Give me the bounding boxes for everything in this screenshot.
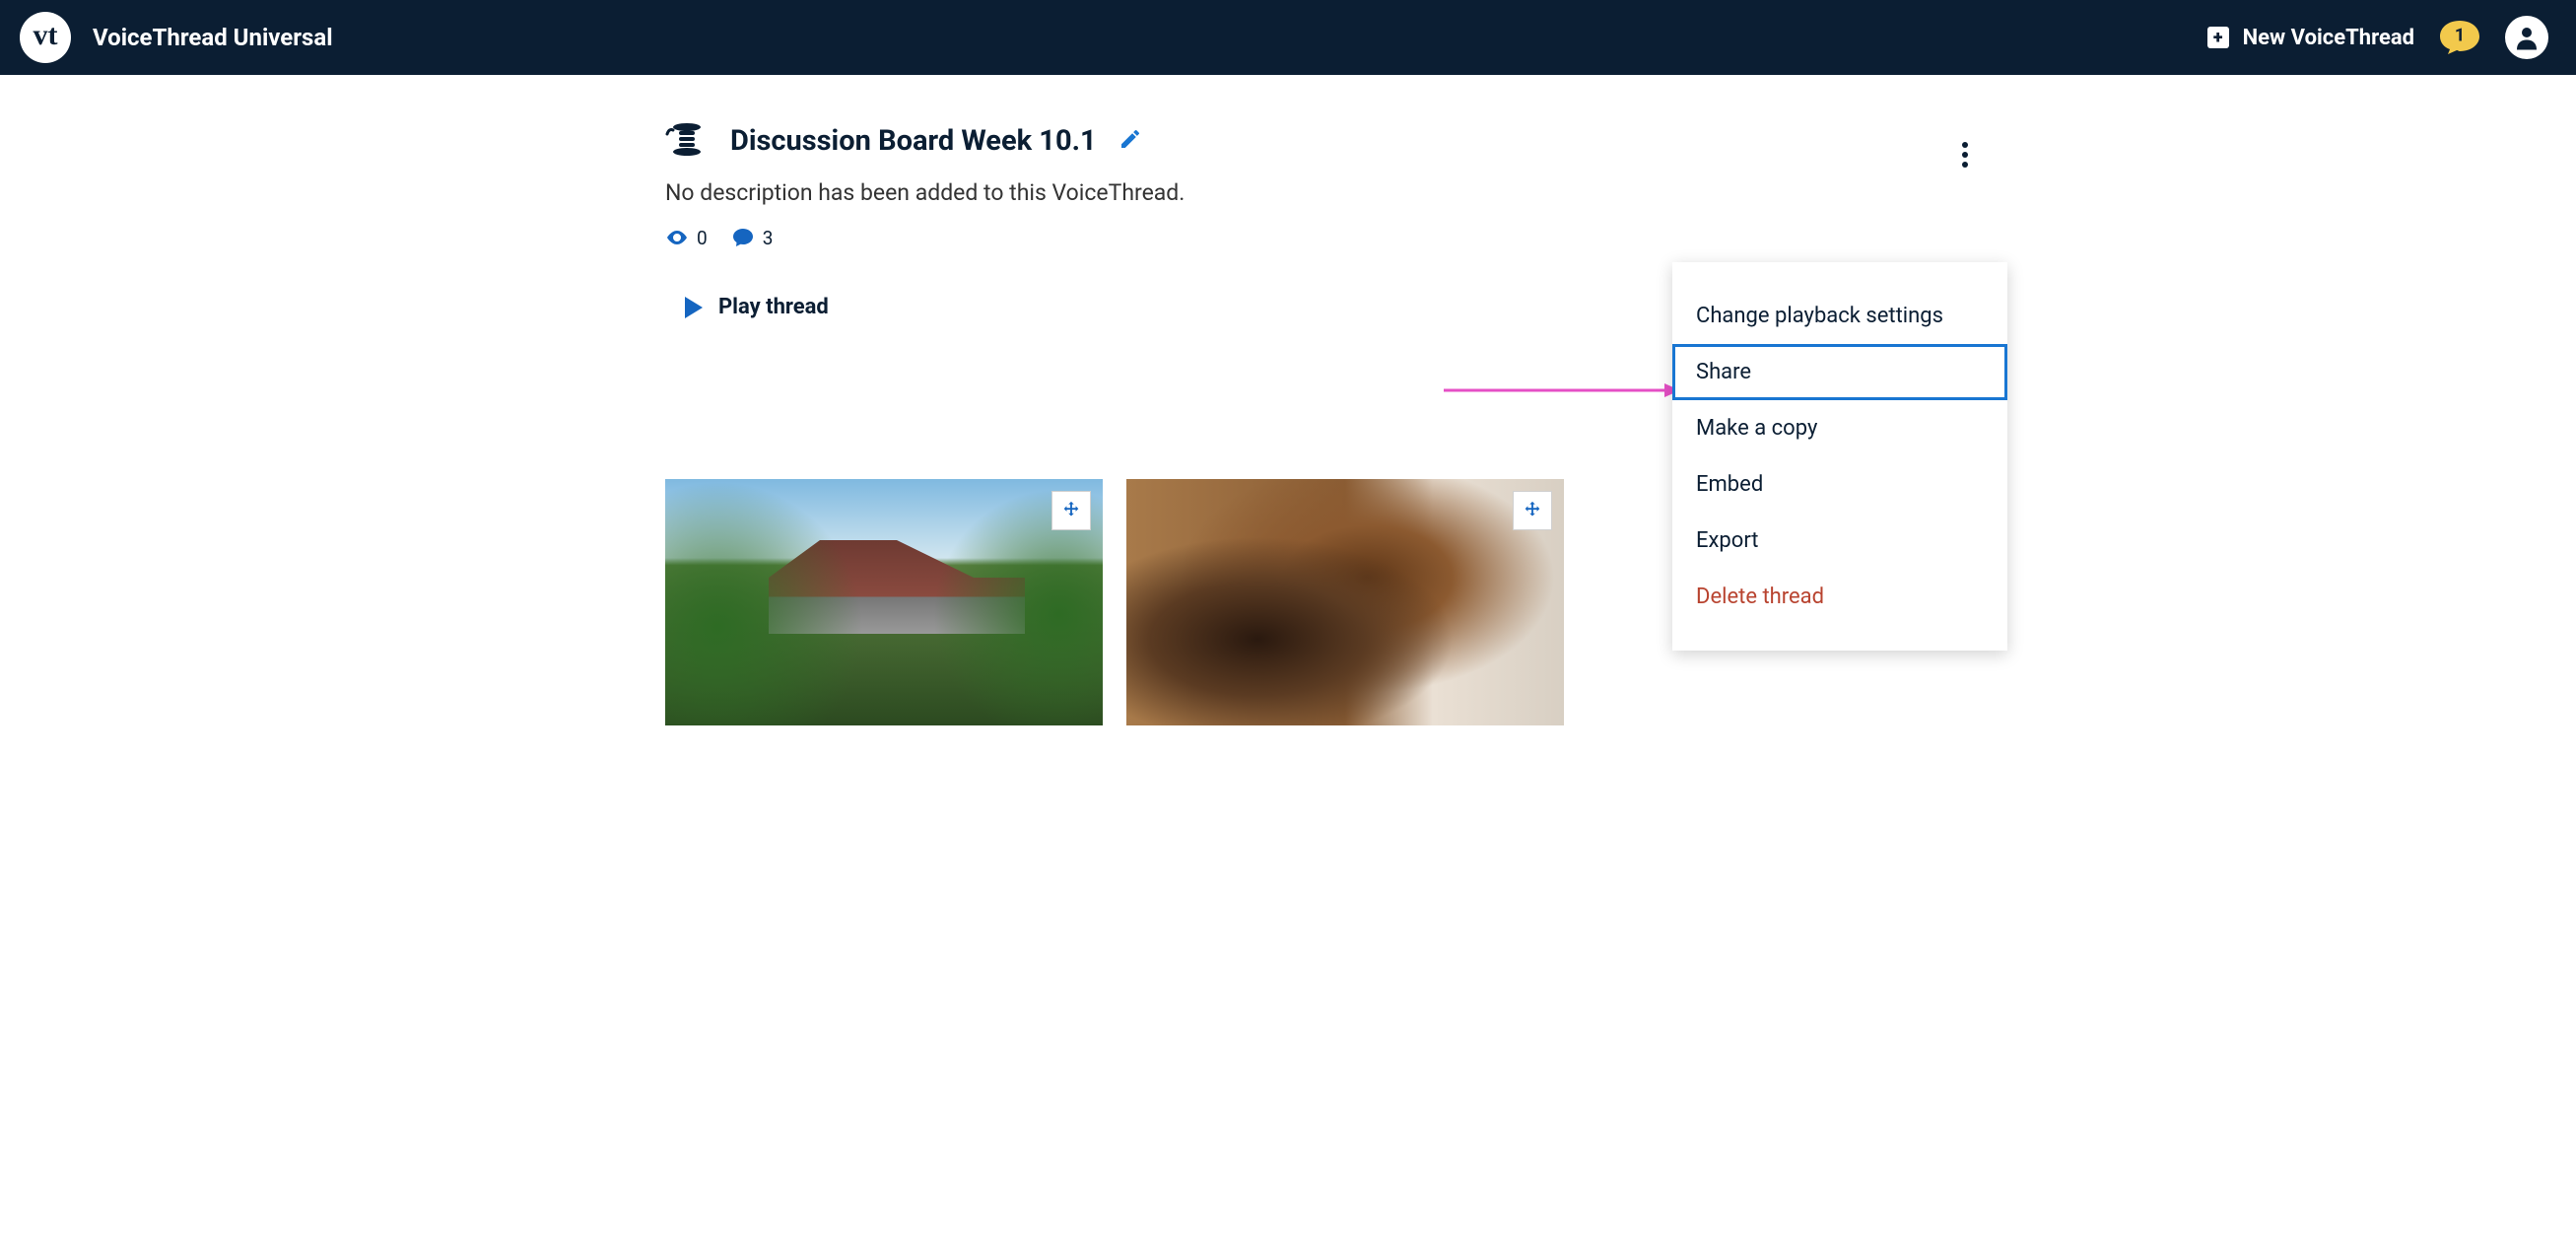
thread-description: No description has been added to this Vo… xyxy=(665,179,2007,206)
views-count: 0 xyxy=(697,227,708,249)
notification-count: 1 xyxy=(2455,26,2465,46)
header-right: + New VoiceThread 1 xyxy=(2207,16,2548,59)
new-voicethread-button[interactable]: + New VoiceThread xyxy=(2207,26,2414,50)
views-stat: 0 xyxy=(665,226,708,249)
more-options-button[interactable] xyxy=(1956,136,1974,177)
slide-thumbnail[interactable] xyxy=(665,479,1103,725)
top-header: vt VoiceThread Universal + New VoiceThre… xyxy=(0,0,2576,75)
plus-icon: + xyxy=(2207,27,2229,48)
move-handle[interactable] xyxy=(1513,491,1552,530)
title-row: Discussion Board Week 10.1 xyxy=(665,122,2007,160)
notifications-button[interactable]: 1 xyxy=(2438,19,2481,56)
main-content: Discussion Board Week 10.1 No descriptio… xyxy=(569,75,2007,725)
app-logo[interactable]: vt xyxy=(20,12,71,63)
menu-change-playback[interactable]: Change playback settings xyxy=(1672,288,2007,344)
user-menu-button[interactable] xyxy=(2505,16,2548,59)
edit-title-button[interactable] xyxy=(1119,127,1142,155)
user-icon xyxy=(2512,23,2542,52)
comment-icon xyxy=(731,226,755,249)
new-voicethread-label: New VoiceThread xyxy=(2243,26,2414,50)
thread-icon xyxy=(665,122,709,160)
slide-thumbnail[interactable] xyxy=(1126,479,1564,725)
menu-share[interactable]: Share xyxy=(1672,344,2007,400)
menu-embed[interactable]: Embed xyxy=(1672,456,2007,513)
play-label: Play thread xyxy=(718,295,829,319)
menu-export[interactable]: Export xyxy=(1672,513,2007,569)
annotation-arrow xyxy=(1444,380,1680,400)
eye-icon xyxy=(665,226,689,249)
header-left: vt VoiceThread Universal xyxy=(20,12,333,63)
stats-row: 0 3 xyxy=(665,226,2007,249)
app-name: VoiceThread Universal xyxy=(93,24,333,51)
vertical-dots-icon xyxy=(1962,142,1968,168)
play-icon xyxy=(685,297,703,318)
move-handle[interactable] xyxy=(1051,491,1091,530)
menu-make-copy[interactable]: Make a copy xyxy=(1672,400,2007,456)
comments-stat: 3 xyxy=(731,226,774,249)
logo-text: vt xyxy=(34,19,58,52)
thread-title: Discussion Board Week 10.1 xyxy=(730,124,1097,158)
options-menu: Change playback settings Share Make a co… xyxy=(1672,262,2007,651)
comments-count: 3 xyxy=(763,227,774,249)
menu-delete-thread[interactable]: Delete thread xyxy=(1672,569,2007,625)
pencil-icon xyxy=(1119,127,1142,151)
move-icon xyxy=(1522,500,1543,521)
move-icon xyxy=(1060,500,1082,521)
